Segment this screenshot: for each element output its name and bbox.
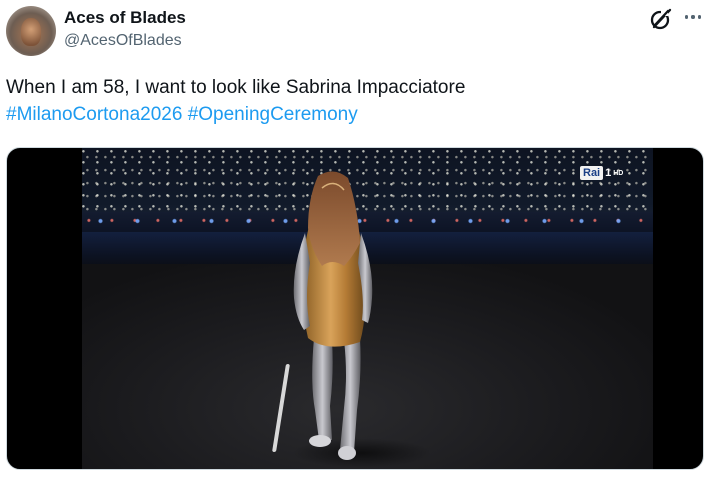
rai-logo-text: Rai [580,166,604,180]
author-handle[interactable]: @AcesOfBlades [64,32,182,50]
rai-channel-number: 1 [605,167,612,179]
performer-figure [293,171,373,460]
tweet-text: When I am 58, I want to look like Sabrin… [6,74,696,128]
tweet-hashtags: #MilanoCortona2026 #OpeningCeremony [6,101,696,128]
rai-hd-badge: HD [613,169,624,177]
rai-1-hd-logo: Rai 1 HD [580,166,623,180]
author-name[interactable]: Aces of Blades [64,8,186,28]
tweet-body: When I am 58, I want to look like Sabrin… [6,77,466,98]
hashtag-milanocortona2026[interactable]: #MilanoCortona2026 [6,104,182,125]
tweet-media[interactable]: Rai 1 HD [6,147,704,470]
grok-icon[interactable] [648,6,674,32]
more-options-icon[interactable] [680,6,706,28]
hashtag-openingceremony[interactable]: #OpeningCeremony [188,104,358,125]
video-frame[interactable]: Rai 1 HD [82,148,653,469]
author-avatar[interactable] [6,6,56,56]
